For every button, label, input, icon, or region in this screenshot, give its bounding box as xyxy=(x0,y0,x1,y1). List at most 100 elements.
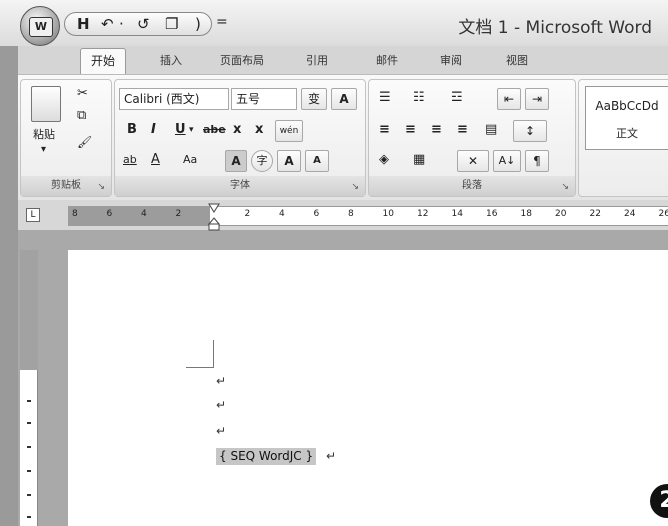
char-shading-button[interactable]: A xyxy=(225,150,247,172)
tab-home[interactable]: 开始 xyxy=(80,48,126,74)
change-aa-button[interactable]: Aa xyxy=(183,150,197,170)
increase-indent-button[interactable]: ⇥ xyxy=(525,88,549,110)
ruler-labels: 8 6 4 2 2 4 6 8 10 12 14 16 18 20 22 24 26 xyxy=(68,206,668,226)
tab-references[interactable]: 引用 xyxy=(306,52,328,68)
ruler-tick-label: 8 xyxy=(348,209,354,219)
seq-field-code[interactable]: { SEQ WordJC } xyxy=(216,448,317,465)
undo-icon[interactable]: ↶ xyxy=(101,15,114,33)
customize-toolbar-button[interactable]: ) xyxy=(195,15,201,33)
underline-dropdown-arrow[interactable]: ▾ xyxy=(189,120,194,140)
styles-group: AaBbCcDd 正文 xyxy=(578,79,668,197)
margin-corner-mark xyxy=(186,340,214,368)
ruler-tick-label: 4 xyxy=(279,209,285,219)
phonetic-guide-button[interactable]: wén xyxy=(275,120,303,142)
indent-marker-icon[interactable] xyxy=(208,203,220,231)
save-icon[interactable]: H xyxy=(77,15,90,33)
line-spacing-button[interactable]: ↕ xyxy=(513,120,547,142)
undo-dropdown[interactable]: · xyxy=(119,15,124,33)
clear-format-button[interactable]: A xyxy=(331,88,357,110)
ruler-tick-label: 12 xyxy=(417,209,429,219)
window-left-edge xyxy=(0,46,18,526)
borders-icon[interactable]: ▦ xyxy=(413,150,425,170)
ruler-tick-label: 16 xyxy=(486,209,498,219)
tab-insert[interactable]: 插入 xyxy=(160,52,182,68)
font-group-label: 字体 xyxy=(115,176,365,196)
ruler-tick-label: 6 xyxy=(106,209,113,219)
office-button[interactable]: W xyxy=(20,6,60,46)
show-marks-button[interactable]: ¶ xyxy=(525,150,549,172)
style-preview-text: AaBbCcDd xyxy=(595,99,659,113)
paste-icon[interactable] xyxy=(31,86,61,122)
shading-icon[interactable]: ◈ xyxy=(379,150,389,170)
change-case-button[interactable]: 变 xyxy=(301,88,327,110)
shrink-font-button[interactable]: A xyxy=(305,150,329,172)
subscript-button[interactable]: x xyxy=(233,120,241,140)
style-normal-tile[interactable]: AaBbCcDd 正文 xyxy=(585,86,668,150)
ruler-tick-label: 6 xyxy=(313,209,320,219)
clipboard-launcher-icon[interactable]: ↘ xyxy=(97,182,105,192)
ribbon-tab-bar: 开始 插入 页面布局 引用 邮件 审阅 视图 xyxy=(0,46,668,74)
ruler-tick-label: 10 xyxy=(382,209,394,219)
font-size-select[interactable]: 五号 xyxy=(231,88,297,110)
font-name-select[interactable]: Calibri (西文) xyxy=(119,88,229,110)
ruler-tick-label: 8 xyxy=(72,209,78,219)
ruler-tick-label: 20 xyxy=(555,209,567,219)
underline-button[interactable]: U xyxy=(175,120,186,140)
paragraph-group-label: 段落 xyxy=(369,176,575,196)
document-page[interactable] xyxy=(68,250,668,526)
strikethrough-button[interactable]: abe xyxy=(203,120,226,140)
highlight-icon[interactable]: ab xyxy=(123,150,137,170)
superscript-button[interactable]: x xyxy=(255,120,263,140)
align-center-icon[interactable]: ≡ xyxy=(405,120,416,140)
distributed-icon[interactable]: ▤ xyxy=(485,120,497,140)
new-document-icon[interactable]: ❐ xyxy=(165,15,178,33)
font-color-icon[interactable]: A xyxy=(151,150,160,170)
font-group: Calibri (西文) 五号 变 A B I U ▾ abe x x wén … xyxy=(114,79,366,197)
redo-icon[interactable]: ↺ xyxy=(137,15,150,33)
ruler-tick-label: 14 xyxy=(451,209,463,219)
tab-page-layout[interactable]: 页面布局 xyxy=(220,52,264,68)
tab-view[interactable]: 视图 xyxy=(506,52,528,68)
font-launcher-icon[interactable]: ↘ xyxy=(351,182,359,192)
ruler-tick-label: 2 xyxy=(175,209,182,219)
tab-mailings[interactable]: 邮件 xyxy=(376,52,398,68)
ruler-tick-label: 22 xyxy=(589,209,601,219)
ruler-tick-label: 24 xyxy=(624,209,636,219)
multilevel-list-icon[interactable]: ☲ xyxy=(451,88,463,108)
style-name: 正文 xyxy=(616,127,638,140)
paragraph-mark: ↵ xyxy=(326,449,337,463)
numbering-icon[interactable]: ☷ xyxy=(413,88,425,108)
paragraph-mark: ↵ xyxy=(216,398,227,412)
paragraph-group: ☰ ☷ ☲ ⇤ ⇥ ≡ ≡ ≡ ≡ ▤ ↕ ◈ ▦ ✕ A↓ ¶ 段落 ↘ xyxy=(368,79,576,197)
paragraph-launcher-icon[interactable]: ↘ xyxy=(561,182,569,192)
decrease-indent-button[interactable]: ⇤ xyxy=(497,88,521,110)
ribbon: 粘贴 ▾ ✂ ⧉ 🖌 剪贴板 ↘ Calibri (西文) 五号 变 A B I… xyxy=(18,74,668,201)
cut-icon[interactable]: ✂ xyxy=(77,84,88,104)
bullets-icon[interactable]: ☰ xyxy=(379,88,391,108)
office-logo-icon: W xyxy=(29,17,53,37)
ruler-tick-label: 4 xyxy=(141,209,147,219)
paste-label[interactable]: 粘贴 xyxy=(33,126,55,142)
ruler-tick-label: 2 xyxy=(244,209,251,219)
tab-review[interactable]: 审阅 xyxy=(440,52,462,68)
format-painter-icon[interactable]: 🖌 xyxy=(77,132,92,152)
grow-font-button[interactable]: A xyxy=(277,150,301,172)
qat-more-button[interactable]: = xyxy=(216,14,228,30)
ruler-tick-label: 18 xyxy=(520,209,532,219)
align-right-icon[interactable]: ≡ xyxy=(431,120,442,140)
tab-selector-button[interactable]: L xyxy=(26,208,40,222)
enclose-char-button[interactable]: 字 xyxy=(251,150,273,172)
chinese-layout-button[interactable]: ✕ xyxy=(457,150,489,172)
sort-button[interactable]: A↓ xyxy=(493,150,521,172)
paragraph-mark: ↵ xyxy=(216,424,227,438)
italic-button[interactable]: I xyxy=(151,120,156,140)
paragraph-mark: ↵ xyxy=(216,374,227,388)
bold-button[interactable]: B xyxy=(127,120,137,140)
copy-icon[interactable]: ⧉ xyxy=(77,106,86,126)
clipboard-group: 粘贴 ▾ ✂ ⧉ 🖌 剪贴板 ↘ xyxy=(20,79,112,197)
vertical-ruler-margin xyxy=(20,250,38,370)
quick-access-toolbar: H ↶ · ↺ ❐ ) xyxy=(64,12,212,36)
justify-icon[interactable]: ≡ xyxy=(457,120,468,140)
align-left-icon[interactable]: ≡ xyxy=(379,120,390,140)
paste-dropdown-arrow[interactable]: ▾ xyxy=(41,144,46,155)
